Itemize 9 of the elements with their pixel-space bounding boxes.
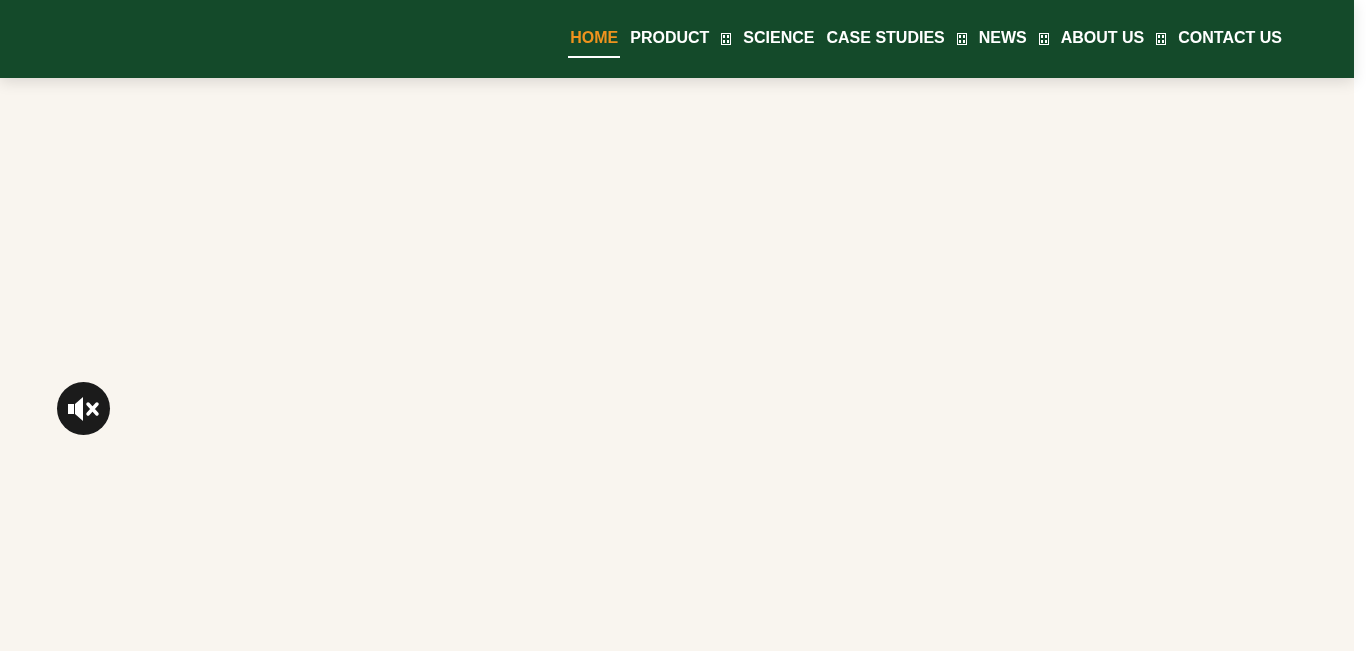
nav-link[interactable]: CONTACT US: [1176, 20, 1284, 58]
muted-speaker-icon: [65, 394, 102, 423]
muted-speaker-button[interactable]: [57, 382, 110, 435]
nav-link[interactable]: HOME: [568, 20, 621, 58]
nav-link[interactable]: PRODUCT: [628, 20, 712, 58]
nav-link[interactable]: NEWS: [976, 20, 1029, 58]
nav-link[interactable]: ABOUT US: [1058, 20, 1147, 58]
nav-link[interactable]: SCIENCE: [741, 20, 817, 58]
nav-link[interactable]: CASE STUDIES: [824, 20, 947, 58]
